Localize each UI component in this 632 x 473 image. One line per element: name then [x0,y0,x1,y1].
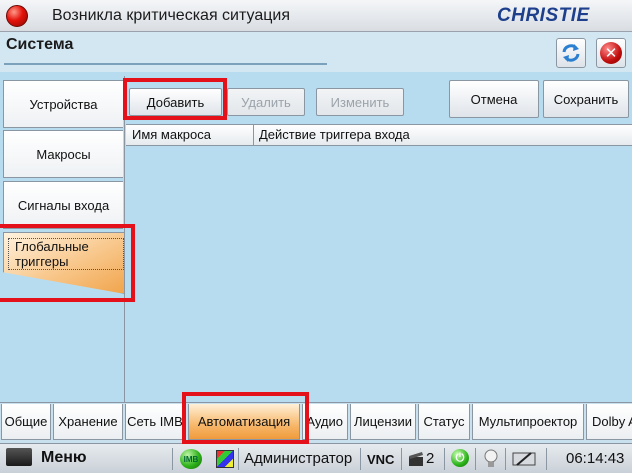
alarm-icon[interactable] [6,5,28,27]
column-separator[interactable] [253,125,254,146]
tab-storage[interactable]: Хранение [53,404,123,440]
side-tab-devices[interactable]: Устройства [3,80,123,128]
highlight-add-button [123,78,227,120]
tab-licenses[interactable]: Лицензии [350,404,416,440]
delete-button[interactable]: Удалить [227,88,305,116]
tab-multiprojector[interactable]: Мультипроектор [472,404,584,440]
palette-icon [216,450,234,468]
status-separator [172,448,173,470]
tab-status[interactable]: Статус [418,404,470,440]
status-separator [505,448,506,470]
close-icon: ✕ [600,42,622,64]
menu-label[interactable]: Меню [41,449,87,467]
page-title: Система [6,36,74,53]
status-separator [238,448,239,470]
cancel-button[interactable]: Отмена [449,80,539,118]
clock: 06:14:43 [566,450,625,467]
status-bar: Меню Администратор VNC 2 06:14:43 [0,443,632,473]
highlight-automation-tab [182,392,309,444]
bulb-icon [484,449,498,467]
header-underline [4,63,327,65]
status-separator [401,448,402,470]
side-tab-label: Устройства [29,96,98,112]
close-button[interactable]: ✕ [596,38,626,68]
side-tab-input-signals[interactable]: Сигналы входа [3,181,123,229]
status-separator [360,448,361,470]
column-header-trigger-action[interactable]: Действие триггера входа [259,127,410,142]
side-tab-macros[interactable]: Макросы [3,130,123,178]
save-button[interactable]: Сохранить [543,80,629,118]
status-separator [475,448,476,470]
brand-logo: CHRISTIE [497,5,590,26]
status-separator [546,448,547,470]
lamp-icon [512,452,536,466]
clapper-icon [409,452,423,466]
side-tab-label: Макросы [36,146,91,162]
status-separator [444,448,445,470]
refresh-button[interactable] [556,38,586,68]
tab-imb-network[interactable]: Сеть IMB [125,404,185,440]
refresh-icon [562,44,580,62]
vnc-indicator[interactable]: VNC [367,452,394,467]
active-count: 2 [426,450,435,467]
side-tab-label: Сигналы входа [17,197,110,213]
tab-dolby[interactable]: Dolby A [586,404,632,440]
table-header: Имя макроса Действие триггера входа [126,124,632,146]
page-header [0,32,632,72]
triggers-table[interactable] [126,124,632,402]
window-title: Возникла критическая ситуация [52,7,290,24]
highlight-global-triggers-tab [0,224,135,302]
edit-button[interactable]: Изменить [316,88,404,116]
power-icon[interactable]: ⏻ [451,449,469,467]
column-header-macro-name[interactable]: Имя макроса [132,127,211,142]
menu-icon[interactable] [6,448,32,466]
imb-status-icon[interactable]: IMB [180,449,202,469]
tab-general[interactable]: Общие [1,404,51,440]
user-role: Администратор [244,450,353,467]
